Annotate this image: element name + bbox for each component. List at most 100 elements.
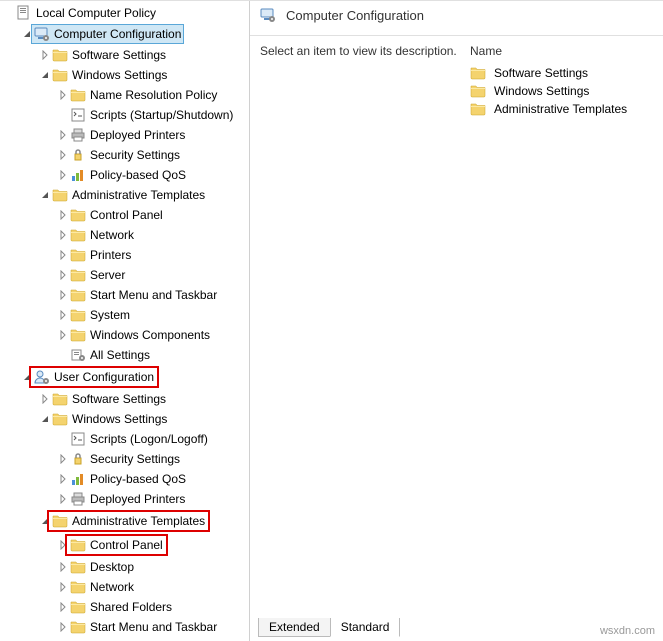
chevron-down-icon[interactable] [38, 412, 52, 426]
tree-item-label: Name Resolution Policy [90, 86, 217, 104]
tree-item[interactable]: Start Menu and Taskbar [0, 285, 249, 305]
tree-item-label: Network [90, 578, 134, 596]
folder-icon [70, 267, 86, 283]
computer-config-icon [34, 26, 50, 42]
chevron-right-icon[interactable] [38, 48, 52, 62]
tree-item[interactable]: Start Menu and Taskbar [0, 617, 249, 637]
chevron-down-icon[interactable] [38, 68, 52, 82]
tree-item[interactable]: Software Settings [0, 389, 249, 409]
chevron-right-icon[interactable] [56, 620, 70, 634]
tree-item[interactable]: Control Panel [0, 533, 249, 557]
tree-item[interactable]: Computer Configuration [0, 23, 249, 45]
folder-icon [70, 599, 86, 615]
tree-item[interactable]: Administrative Templates [0, 509, 249, 533]
tree-item-label: All Settings [90, 346, 150, 364]
security-icon [70, 451, 86, 467]
qos-icon [70, 167, 86, 183]
list-item[interactable]: Software Settings [470, 64, 653, 82]
computer-config-icon [260, 7, 276, 23]
tree-item-label: Printers [90, 246, 131, 264]
chevron-right-icon[interactable] [56, 288, 70, 302]
tree-item[interactable]: System [0, 637, 249, 641]
tree-item[interactable]: Scripts (Startup/Shutdown) [0, 105, 249, 125]
chevron-right-icon[interactable] [56, 248, 70, 262]
tree-item[interactable]: Administrative Templates [0, 185, 249, 205]
folder-icon [70, 227, 86, 243]
tree-item[interactable]: Security Settings [0, 145, 249, 165]
folder-icon [70, 537, 86, 553]
chevron-right-icon[interactable] [56, 208, 70, 222]
tree-item[interactable]: Windows Settings [0, 409, 249, 429]
chevron-right-icon[interactable] [56, 168, 70, 182]
items-list: Software Settings Windows Settings Adminis… [470, 64, 653, 118]
chevron-right-icon[interactable] [56, 472, 70, 486]
folder-icon [470, 101, 486, 117]
chevron-right-icon[interactable] [56, 228, 70, 242]
tree-item-label: Windows Components [90, 326, 210, 344]
tree-item-label: Policy-based QoS [90, 470, 186, 488]
tree-item-label: Shared Folders [90, 598, 172, 616]
folder-icon [52, 187, 68, 203]
tree-item[interactable]: System [0, 305, 249, 325]
folder-icon [52, 513, 68, 529]
folder-icon [52, 411, 68, 427]
folder-icon [70, 287, 86, 303]
tree-item[interactable]: User Configuration [0, 365, 249, 389]
tree-item[interactable]: Software Settings [0, 45, 249, 65]
chevron-right-icon[interactable] [56, 268, 70, 282]
tree-item[interactable]: Network [0, 577, 249, 597]
chevron-right-icon[interactable] [56, 492, 70, 506]
list-item[interactable]: Windows Settings [470, 82, 653, 100]
tree-item[interactable]: Policy-based QoS [0, 469, 249, 489]
chevron-right-icon[interactable] [38, 392, 52, 406]
list-item[interactable]: Administrative Templates [470, 100, 653, 118]
details-body: Select an item to view its description. … [250, 36, 663, 641]
tree-item[interactable]: Deployed Printers [0, 125, 249, 145]
chevron-right-icon[interactable] [56, 328, 70, 342]
header-title-row: Computer Configuration [260, 7, 653, 23]
chevron-right-icon[interactable] [56, 560, 70, 574]
tree-item[interactable]: Windows Components [0, 325, 249, 345]
tree-item[interactable]: Security Settings [0, 449, 249, 469]
tree-item[interactable]: Scripts (Logon/Logoff) [0, 429, 249, 449]
column-header-name[interactable]: Name [470, 44, 653, 58]
chevron-down-icon[interactable] [38, 188, 52, 202]
printer-icon [70, 491, 86, 507]
tree-item[interactable]: Network [0, 225, 249, 245]
tree-item-label: Administrative Templates [72, 512, 205, 530]
list-item-label: Software Settings [494, 66, 588, 80]
tree-pane[interactable]: Local Computer PolicyComputer Configurat… [0, 1, 250, 641]
tree-item[interactable]: Policy-based QoS [0, 165, 249, 185]
chevron-right-icon[interactable] [56, 600, 70, 614]
qos-icon [70, 471, 86, 487]
folder-icon [52, 391, 68, 407]
tree-item[interactable]: Control Panel [0, 205, 249, 225]
tree-item[interactable]: Shared Folders [0, 597, 249, 617]
chevron-right-icon[interactable] [56, 88, 70, 102]
chevron-right-icon[interactable] [56, 128, 70, 142]
tab-extended[interactable]: Extended [258, 618, 331, 637]
view-tabs: Extended Standard [258, 618, 399, 637]
tree-item-label: Security Settings [90, 146, 180, 164]
tree-item[interactable]: Desktop [0, 557, 249, 577]
tree-item-label: Deployed Printers [90, 126, 185, 144]
printer-icon [70, 127, 86, 143]
chevron-right-icon[interactable] [56, 308, 70, 322]
list-item-label: Administrative Templates [494, 102, 627, 116]
chevron-right-icon[interactable] [56, 148, 70, 162]
folder-icon [52, 47, 68, 63]
user-config-icon [34, 369, 50, 385]
tree-item[interactable]: Local Computer Policy [0, 3, 249, 23]
tree-item[interactable]: Name Resolution Policy [0, 85, 249, 105]
folder-icon [470, 83, 486, 99]
tree-item[interactable]: Server [0, 265, 249, 285]
tree-item-label: Windows Settings [72, 410, 167, 428]
tree-item[interactable]: Windows Settings [0, 65, 249, 85]
description-column: Select an item to view its description. [260, 44, 460, 633]
tree-item[interactable]: Deployed Printers [0, 489, 249, 509]
tree-item[interactable]: Printers [0, 245, 249, 265]
chevron-right-icon[interactable] [56, 580, 70, 594]
chevron-right-icon[interactable] [56, 452, 70, 466]
tree-item[interactable]: All Settings [0, 345, 249, 365]
tab-standard[interactable]: Standard [330, 618, 401, 637]
